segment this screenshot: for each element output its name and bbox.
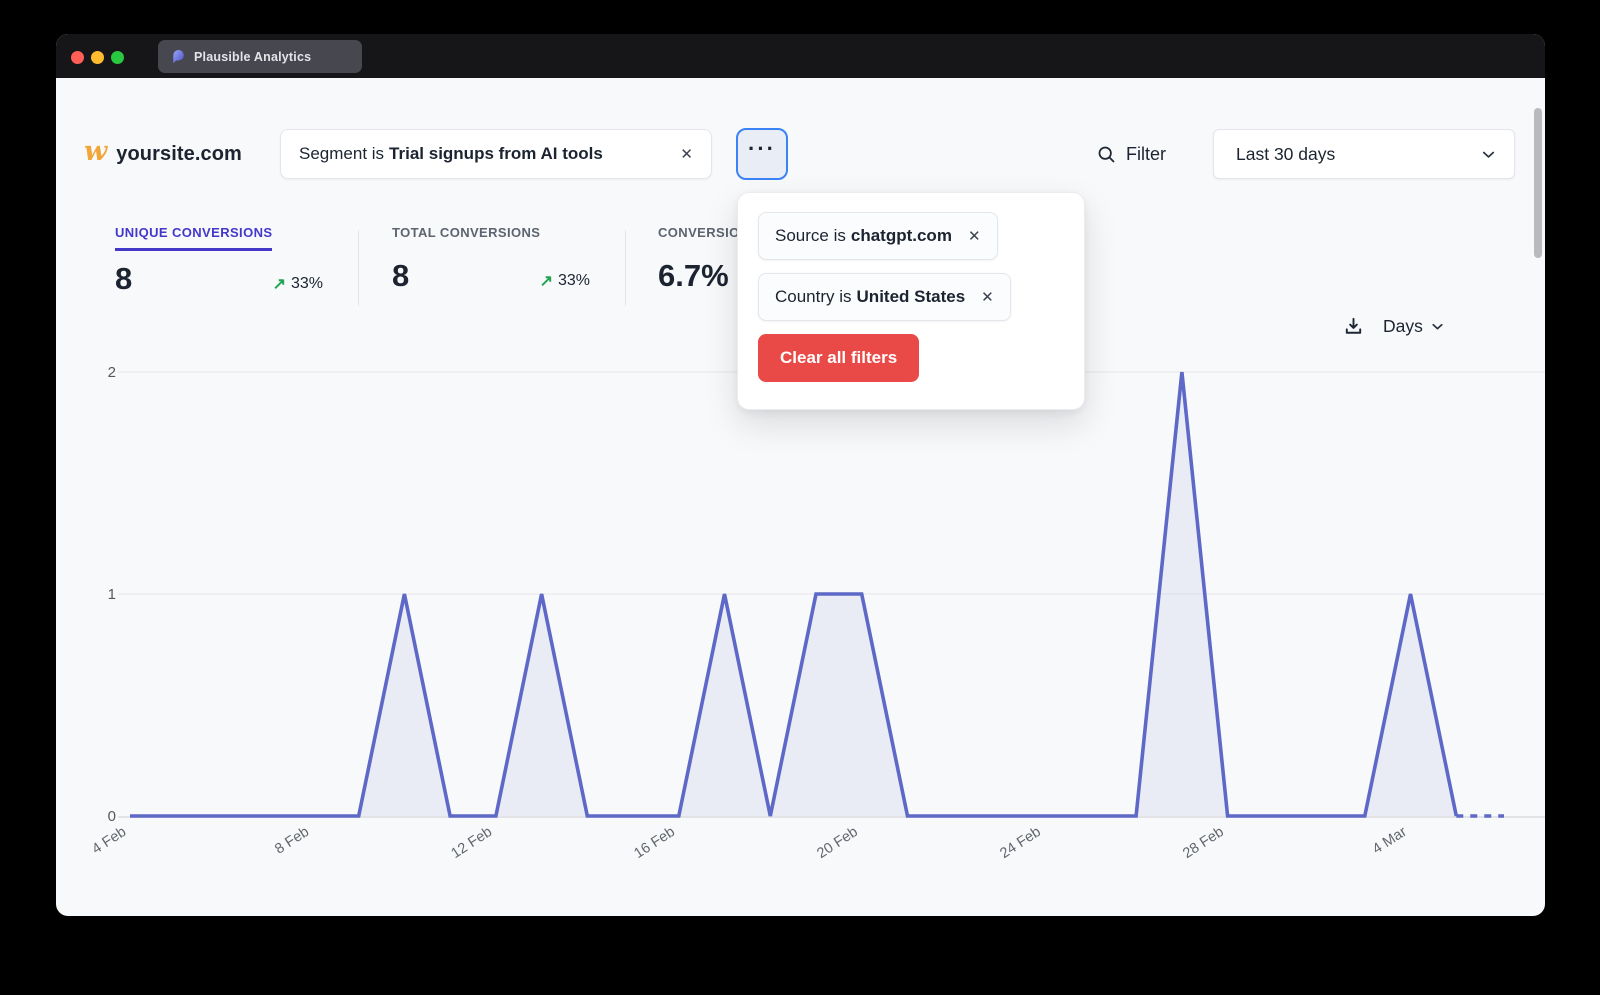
x-axis-label: 12 Feb (448, 824, 495, 862)
x-axis-label: 8 Feb (272, 824, 312, 858)
browser-tab[interactable]: Plausible Analytics (158, 40, 362, 73)
country-filter-prefix: Country is (775, 287, 852, 307)
filter-button-label: Filter (1126, 144, 1166, 165)
chevron-down-icon (1479, 145, 1498, 164)
remove-country-filter-icon[interactable]: ✕ (965, 290, 994, 305)
y-axis-label: 1 (108, 586, 116, 603)
remove-source-filter-icon[interactable]: ✕ (952, 229, 981, 244)
source-filter-prefix: Source is (775, 226, 846, 246)
metric-tab-total-conversions[interactable]: TOTAL CONVERSIONS 8 ↗ 33% (392, 224, 590, 291)
site-switcher[interactable]: w yoursite.com (84, 128, 242, 180)
metric-value: 6.7% (658, 260, 729, 291)
x-axis-label: 4 Feb (89, 824, 129, 858)
x-axis-label: 24 Feb (997, 824, 1044, 862)
source-filter-value: chatgpt.com (851, 226, 952, 246)
x-axis-label: 4 Mar (1370, 824, 1410, 858)
metric-divider (625, 230, 626, 306)
site-name: yoursite.com (116, 143, 242, 166)
segment-filter-chip[interactable]: Segment is Trial signups from AI tools ✕ (280, 129, 712, 179)
chevron-down-icon (1429, 318, 1446, 335)
search-icon (1096, 144, 1117, 165)
date-range-value: Last 30 days (1236, 144, 1335, 165)
x-axis-label: 16 Feb (631, 824, 678, 862)
site-logo-icon: w (84, 138, 107, 165)
conversions-chart[interactable]: 0124 Feb8 Feb12 Feb16 Feb20 Feb24 Feb28 … (56, 334, 1545, 894)
metric-change: ↗ 33% (273, 274, 323, 294)
metric-tab-unique-conversions[interactable]: UNIQUE CONVERSIONS 8 ↗ 33% (115, 224, 323, 294)
x-axis-label: 28 Feb (1180, 824, 1227, 862)
zoom-window-button[interactable] (111, 51, 124, 64)
trend-up-icon: ↗ (540, 271, 553, 291)
tab-title: Plausible Analytics (194, 50, 311, 64)
metric-divider (358, 230, 359, 306)
close-window-button[interactable] (71, 51, 84, 64)
date-range-dropdown[interactable]: Last 30 days (1213, 129, 1515, 179)
clear-all-filters-button[interactable]: Clear all filters (758, 334, 919, 382)
browser-titlebar: Plausible Analytics (56, 34, 1545, 78)
source-filter-chip[interactable]: Source is chatgpt.com ✕ (758, 212, 998, 260)
browser-window: Plausible Analytics w yoursite.com Segme… (56, 34, 1545, 916)
trend-up-icon: ↗ (273, 274, 286, 294)
remove-segment-filter-icon[interactable]: ✕ (666, 147, 693, 162)
scrollbar-thumb[interactable] (1534, 108, 1542, 258)
metric-value: 8 (392, 260, 409, 291)
segment-filter-value: Trial signups from AI tools (389, 144, 603, 164)
x-axis-label: 20 Feb (814, 824, 861, 862)
more-filters-button[interactable]: ··· (736, 128, 788, 180)
country-filter-chip[interactable]: Country is United States ✕ (758, 273, 1011, 321)
metric-change: ↗ 33% (540, 271, 590, 291)
filters-popup: Source is chatgpt.com ✕ Country is Unite… (737, 192, 1085, 410)
segment-filter-prefix: Segment is (299, 144, 384, 164)
metric-value: 8 (115, 263, 132, 294)
metric-label: TOTAL CONVERSIONS (392, 225, 540, 248)
country-filter-value: United States (857, 287, 966, 307)
y-axis-label: 2 (108, 364, 116, 381)
y-axis-label: 0 (108, 808, 116, 825)
plausible-favicon-icon (170, 49, 185, 64)
minimize-window-button[interactable] (91, 51, 104, 64)
metric-label: UNIQUE CONVERSIONS (115, 225, 272, 251)
filter-button[interactable]: Filter (1096, 128, 1166, 180)
